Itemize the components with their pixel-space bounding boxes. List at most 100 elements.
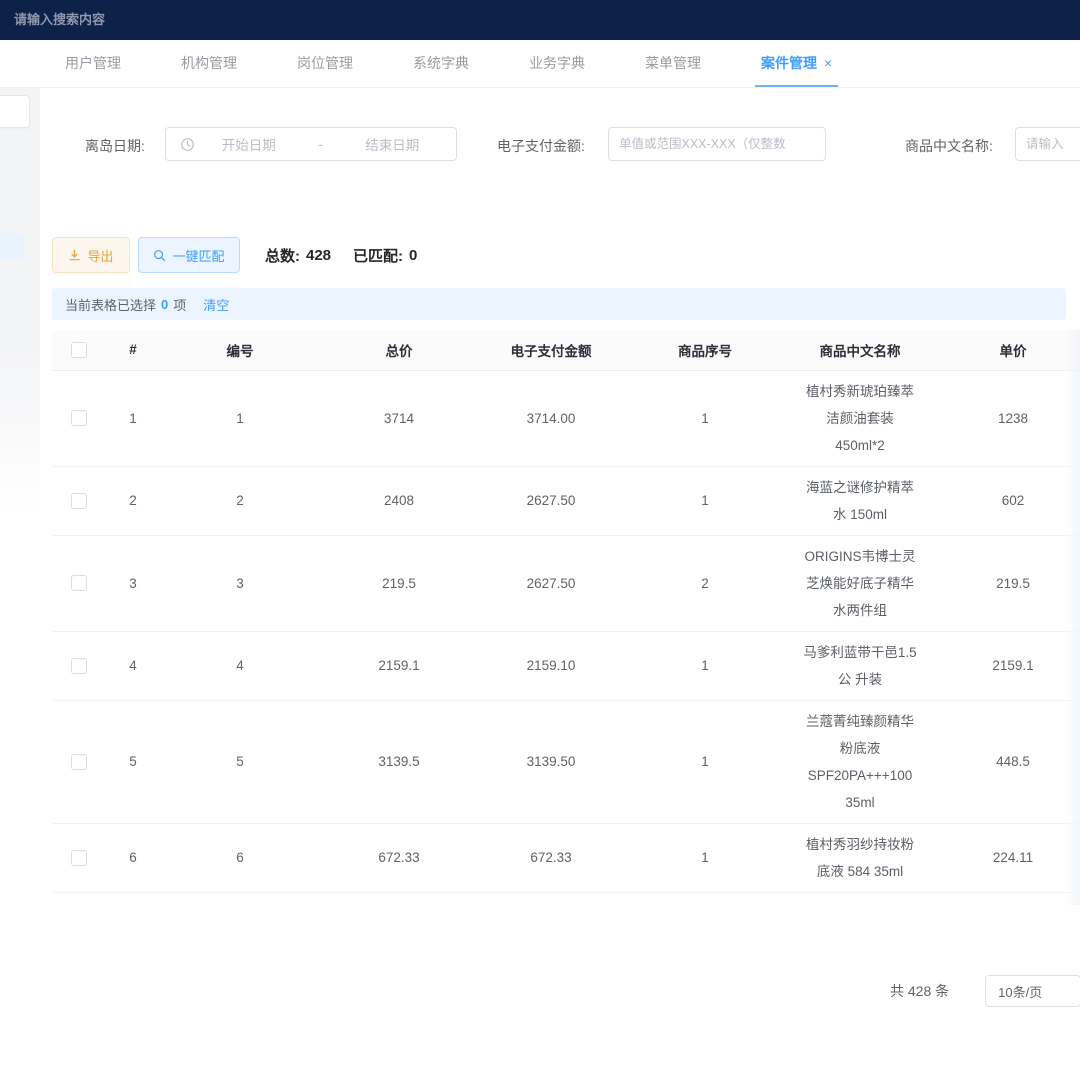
select-all-header-cell bbox=[52, 330, 106, 370]
pagination-total: 共 428 条 bbox=[890, 981, 949, 1001]
row-checkbox[interactable] bbox=[71, 658, 87, 674]
row-checkbox[interactable] bbox=[71, 575, 87, 591]
tab-posts[interactable]: 岗位管理 bbox=[291, 40, 359, 87]
cell-index: 6 bbox=[106, 823, 160, 892]
cell-product-seq: 1 bbox=[624, 631, 786, 700]
tab-cases[interactable]: 案件管理 × bbox=[755, 40, 838, 87]
payment-amount-input[interactable] bbox=[608, 127, 826, 161]
row-checkbox-cell bbox=[52, 370, 106, 466]
cell-unit-price: 1238 bbox=[934, 370, 1080, 466]
cell-product-name: 马爹利蓝带干邑1.5公 升装 bbox=[786, 631, 934, 700]
cell-total-price: 2159.1 bbox=[320, 631, 478, 700]
cell-unit-price: 448.5 bbox=[934, 700, 1080, 823]
cell-index: 5 bbox=[106, 700, 160, 823]
table-row: 2 2 2408 2627.50 1 海蓝之谜修护精萃水 150ml 602 bbox=[52, 466, 1080, 535]
data-table: #编号总价电子支付金额商品序号商品中文名称单价 1 1 3714 3714.00… bbox=[52, 330, 1080, 905]
matched-value: 0 bbox=[409, 247, 417, 264]
cell-unit-price: 602 bbox=[934, 466, 1080, 535]
download-icon bbox=[68, 249, 81, 262]
global-search-input[interactable] bbox=[14, 4, 314, 34]
page-size-select[interactable]: 10条/页 bbox=[985, 975, 1080, 1007]
column-header-4: 商品序号 bbox=[624, 330, 786, 370]
cell-index: 7 bbox=[106, 892, 160, 905]
column-header-5: 商品中文名称 bbox=[786, 330, 934, 370]
cell-unit-price: 2159.1 bbox=[934, 631, 1080, 700]
row-checkbox[interactable] bbox=[71, 410, 87, 426]
date-filter-label: 离岛日期: bbox=[85, 136, 145, 156]
cell-total-price: 602 bbox=[320, 892, 478, 905]
cell-product-name: 植村秀新琥珀臻萃洁颜油套装 450ml*2 bbox=[786, 370, 934, 466]
case-management-page: 用户管理 机构管理 岗位管理 系统字典 业务字典 菜单管理 案件管理 × 离岛日期: 开始日期… bbox=[0, 0, 1080, 1077]
tab-users[interactable]: 用户管理 bbox=[59, 40, 127, 87]
one-click-match-button[interactable]: 一键匹配 bbox=[138, 237, 240, 273]
row-checkbox-cell bbox=[52, 631, 106, 700]
cell-index: 3 bbox=[106, 535, 160, 631]
cell-code: 6 bbox=[160, 823, 320, 892]
row-checkbox[interactable] bbox=[71, 850, 87, 866]
row-checkbox-cell bbox=[52, 823, 106, 892]
end-date-placeholder: 结束日期 bbox=[338, 134, 446, 154]
tab-menus[interactable]: 菜单管理 bbox=[639, 40, 707, 87]
cell-code: 2 bbox=[160, 466, 320, 535]
column-header-1: 编号 bbox=[160, 330, 320, 370]
cell-product-seq: 1 bbox=[624, 700, 786, 823]
selection-info-bar: 当前表格已选择 0 项 清空 bbox=[52, 288, 1066, 320]
cell-payment-amount: 3139.50 bbox=[478, 700, 624, 823]
column-header-6: 单价 bbox=[934, 330, 1080, 370]
cell-total-price: 3714 bbox=[320, 370, 478, 466]
match-button-label: 一键匹配 bbox=[172, 246, 224, 265]
cell-code: 4 bbox=[160, 631, 320, 700]
date-range-input[interactable]: 开始日期 - 结束日期 bbox=[165, 127, 457, 161]
tab-label: 用户管理 bbox=[65, 53, 121, 73]
product-name-filter-label: 商品中文名称: bbox=[905, 136, 993, 156]
cell-index: 2 bbox=[106, 466, 160, 535]
top-navbar bbox=[0, 0, 1080, 40]
product-name-input[interactable] bbox=[1015, 127, 1080, 161]
cell-total-price: 219.5 bbox=[320, 535, 478, 631]
tab-close-icon[interactable]: × bbox=[824, 55, 832, 71]
cell-payment-amount: 602.00 bbox=[478, 892, 624, 905]
cell-product-name: ORIGINS韦博士灵芝焕能好底子精华水两件组 bbox=[786, 535, 934, 631]
cell-payment-amount: 2159.10 bbox=[478, 631, 624, 700]
cell-product-name: 兰蔻菁纯臻颜精华粉底液SPF20PA+++100 35ml bbox=[786, 700, 934, 823]
cutoff-panel-fragment bbox=[0, 95, 30, 128]
cell-payment-amount: 672.33 bbox=[478, 823, 624, 892]
cell-total-price: 3139.5 bbox=[320, 700, 478, 823]
search-icon bbox=[153, 249, 166, 262]
row-checkbox-cell bbox=[52, 892, 106, 905]
stats-summary: 总数: 428 已匹配: 0 bbox=[265, 245, 417, 266]
export-button[interactable]: 导出 bbox=[52, 237, 130, 273]
cell-product-seq: 1 bbox=[624, 823, 786, 892]
cell-total-price: 2408 bbox=[320, 466, 478, 535]
left-gutter bbox=[0, 88, 40, 518]
selection-suffix: 项 bbox=[173, 295, 186, 314]
select-all-checkbox[interactable] bbox=[71, 342, 87, 358]
pagination-bar: 共 428 条 10条/页 bbox=[890, 975, 1080, 1007]
tab-biz-dict[interactable]: 业务字典 bbox=[523, 40, 591, 87]
row-checkbox[interactable] bbox=[71, 493, 87, 509]
tab-label: 岗位管理 bbox=[297, 53, 353, 73]
table-row: 1 1 3714 3714.00 1 植村秀新琥珀臻萃洁颜油套装 450ml*2… bbox=[52, 370, 1080, 466]
tab-label: 案件管理 bbox=[761, 53, 817, 73]
cell-product-seq: 1 bbox=[624, 892, 786, 905]
total-value: 428 bbox=[306, 247, 331, 264]
selection-count: 0 bbox=[161, 297, 168, 312]
selection-prefix: 当前表格已选择 bbox=[65, 295, 156, 314]
row-checkbox[interactable] bbox=[71, 754, 87, 770]
cell-unit-price: 219.5 bbox=[934, 535, 1080, 631]
table-header-row: #编号总价电子支付金额商品序号商品中文名称单价 bbox=[52, 330, 1080, 370]
tab-sys-dict[interactable]: 系统字典 bbox=[407, 40, 475, 87]
clock-icon bbox=[180, 137, 195, 152]
table-row: 3 3 219.5 2627.50 2 ORIGINS韦博士灵芝焕能好底子精华水… bbox=[52, 535, 1080, 631]
clear-selection-link[interactable]: 清空 bbox=[203, 295, 229, 314]
start-date-placeholder: 开始日期 bbox=[195, 134, 303, 154]
cell-index: 1 bbox=[106, 370, 160, 466]
matched-label: 已匹配: bbox=[353, 245, 403, 266]
cell-product-seq: 1 bbox=[624, 466, 786, 535]
tab-orgs[interactable]: 机构管理 bbox=[175, 40, 243, 87]
column-header-3: 电子支付金额 bbox=[478, 330, 624, 370]
row-checkbox-cell bbox=[52, 535, 106, 631]
table-row: 7 7 602 602.00 1 海蓝之谜修护精萃水 150ml 602 bbox=[52, 892, 1080, 905]
tab-label: 业务字典 bbox=[529, 53, 585, 73]
column-header-0: # bbox=[106, 330, 160, 370]
